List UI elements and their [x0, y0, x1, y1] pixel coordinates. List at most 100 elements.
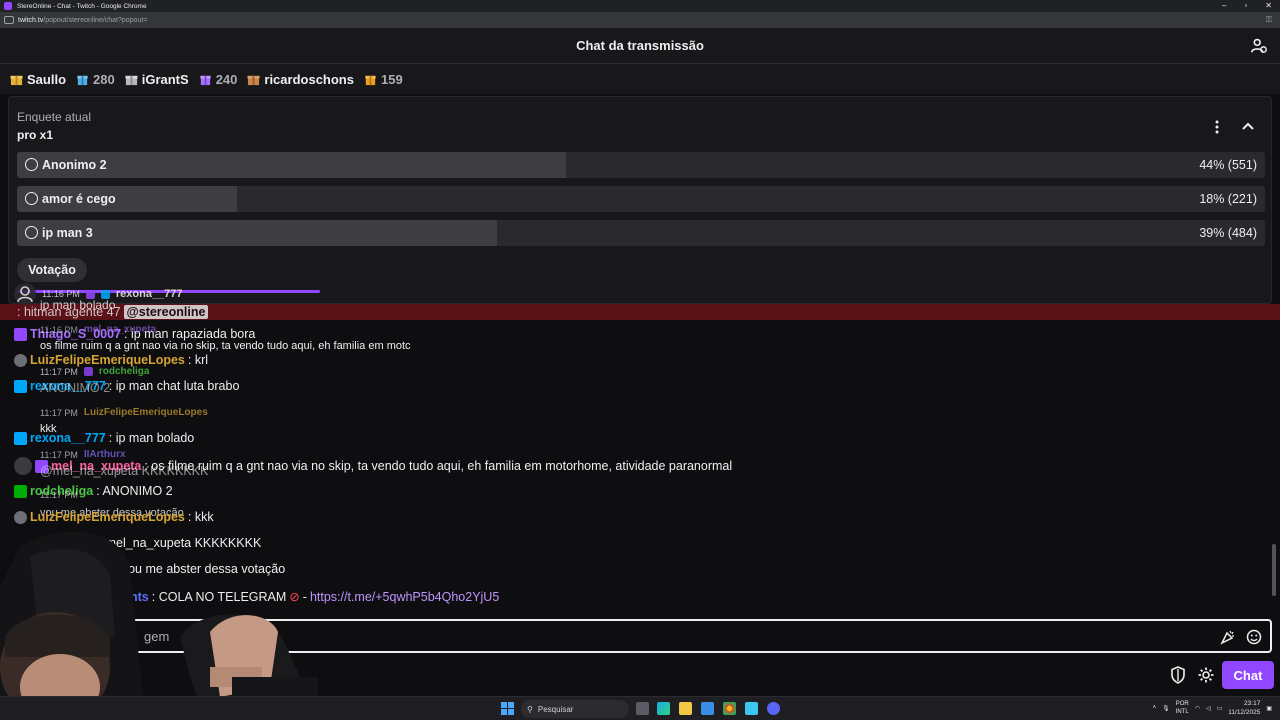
pinned-overlay-text: ip man bolado: [40, 298, 116, 312]
notes-app-icon[interactable]: [745, 702, 758, 715]
leaderboard-entry-3[interactable]: iGrantS: [125, 72, 189, 87]
leaderboard-entry-5[interactable]: ricardoschons: [247, 72, 354, 87]
battery-icon[interactable]: ▭: [1217, 705, 1223, 712]
maximize-icon[interactable]: ▫: [1244, 0, 1247, 12]
chat-scrollbar[interactable]: [1272, 544, 1276, 596]
poll-option-text: ip man 3: [42, 226, 93, 240]
address-bar[interactable]: twitch.tv/popout/stereonline/chat?popout…: [0, 12, 1280, 28]
chat-input-box[interactable]: gem: [8, 619, 1272, 653]
chat-message: LuizFelipeEmeriqueLopes : krl: [14, 353, 208, 367]
chevron-up-icon[interactable]: ˄: [1153, 705, 1157, 711]
poll-option-1[interactable]: Anonimo 2 44% (551): [17, 152, 1265, 178]
gift-bronze-icon: [247, 75, 260, 85]
prime-badge-icon: [14, 379, 27, 393]
discord-icon[interactable]: [767, 702, 780, 715]
task-view-icon[interactable]: [636, 702, 649, 715]
chat-text: : kkk: [187, 510, 214, 524]
more-options-icon[interactable]: [1211, 119, 1223, 135]
poll-option-text: amor é cego: [42, 192, 116, 206]
overlay-row: 11:17 PM LuizFelipeEmeriqueLopes: [40, 407, 208, 418]
shield-icon[interactable]: [1170, 666, 1186, 684]
overlay-row: 11:17 PM IIArthurx: [40, 449, 126, 460]
window-controls: – ▫ ✕: [1222, 0, 1272, 12]
overlay-timestamp: 11:16 PM: [40, 324, 78, 335]
windows-taskbar: ⚲ Pesquisar ˄ 🎙 POR INTL ◠ ◁ ▭ 23:17 11/…: [0, 696, 1280, 720]
leaderboard-name: Saullo: [27, 71, 67, 87]
poll-card: Enquete atual pro x1 Anonimo 2 44% (551)…: [8, 96, 1272, 304]
poll-option-percent: 18% (221): [1199, 192, 1257, 206]
chat-username[interactable]: LuizFelipeEmeriqueLopes: [30, 353, 185, 367]
wifi-icon[interactable]: ◠: [1195, 705, 1200, 712]
edge-browser-icon[interactable]: [657, 702, 670, 715]
store-icon[interactable]: [701, 702, 714, 715]
window-title: StereOnline - Chat - Twitch - Google Chr…: [17, 2, 147, 10]
window-titlebar: StereOnline - Chat - Twitch - Google Chr…: [0, 0, 1280, 12]
chat-input-placeholder: gem: [144, 629, 170, 644]
user-avatar: [14, 457, 32, 475]
chat-title: Chat da transmissão: [576, 38, 704, 53]
chat-text: : os filme ruim q a gnt nao via no skip,…: [144, 459, 733, 473]
leaderboard-entry-4[interactable]: 240: [199, 72, 237, 87]
microphone-icon[interactable]: 🎙: [1162, 705, 1170, 712]
notification-icon[interactable]: ▣: [1266, 705, 1272, 712]
vote-button[interactable]: Votação: [17, 258, 87, 282]
overlay-username[interactable]: rexona__777: [116, 288, 183, 300]
overlay-row: 11:16 PM mel_na_xupeta: [40, 324, 156, 335]
clock-date: 11/12/2025: [1228, 709, 1261, 716]
language-indicator[interactable]: POR INTL: [1176, 700, 1189, 716]
windows-start-icon[interactable]: [501, 702, 514, 715]
gear-icon[interactable]: [1197, 666, 1215, 684]
gift-orange-icon: [365, 75, 376, 85]
chat-username[interactable]: rexona__777: [30, 431, 106, 445]
leaderboard-entry-6[interactable]: 159: [364, 72, 403, 87]
leaderboard-entry-2[interactable]: 280: [76, 72, 115, 87]
gift-purple-icon: [200, 75, 211, 85]
chat-username[interactable]: nts: [130, 590, 149, 604]
taskbar-search[interactable]: ⚲ Pesquisar: [521, 700, 629, 718]
minimize-icon[interactable]: –: [1222, 0, 1226, 12]
chat-text: : ANONIMO 2: [96, 484, 173, 498]
gift-blue-icon: [77, 75, 88, 85]
poll-option-2[interactable]: amor é cego 18% (221): [17, 186, 1265, 212]
sub-badge-icon: [14, 327, 27, 341]
chevron-up-icon[interactable]: [1241, 121, 1255, 131]
overlay-username: IIArthurx: [83, 449, 126, 460]
chat-text: : krl: [187, 353, 209, 367]
leaderboard-entry-1[interactable]: Saullo: [10, 72, 66, 87]
url-text[interactable]: twitch.tv/popout/stereonline/chat?popout…: [18, 17, 147, 24]
key-icon[interactable]: ⚿: [1266, 15, 1272, 25]
chat-message: rodcheliga : ANONIMO 2: [14, 484, 173, 498]
connection-icon[interactable]: [4, 16, 14, 24]
radio-icon[interactable]: [25, 226, 38, 239]
chat-mention[interactable]: @stereonline: [123, 305, 209, 319]
overlay-timestamp: 11:17 PM: [40, 490, 78, 500]
chat-controls: Chat: [0, 660, 1280, 696]
close-icon[interactable]: ✕: [1265, 0, 1272, 12]
language-code: POR: [1175, 701, 1189, 707]
chat-text: : ip man bolado: [108, 431, 195, 445]
bits-celebrate-icon[interactable]: [1220, 629, 1236, 645]
chat-username[interactable]: LuizFelipeEmeriqueLopes: [30, 510, 185, 524]
radio-icon[interactable]: [25, 158, 38, 171]
overlay-timestamp: 11:17 PM: [40, 366, 78, 377]
chrome-icon[interactable]: [723, 702, 736, 715]
clock-time: 23:17: [1244, 700, 1261, 707]
telegram-link[interactable]: https://t.me/+5qwhP5b4Qho2YjU5: [310, 590, 499, 604]
taskbar-clock[interactable]: 23:17 11/12/2025: [1228, 699, 1260, 717]
chat-username[interactable]: 12: [98, 562, 112, 576]
chat-text: : ip man chat luta brabo: [108, 379, 240, 393]
sub-badge-icon: [83, 367, 93, 376]
overlay-row: 11:17 PM: [40, 490, 78, 500]
radio-icon[interactable]: [25, 192, 38, 205]
poll-option-percent: 39% (484): [1199, 226, 1257, 240]
emote-picker-icon[interactable]: [1246, 629, 1262, 645]
volume-icon[interactable]: ◁: [1206, 705, 1211, 712]
send-chat-button[interactable]: Chat: [1222, 661, 1274, 689]
chat-text: @mel_na_xupeta KKKKKKKK: [40, 464, 209, 478]
community-users-icon[interactable]: [1250, 37, 1268, 55]
file-explorer-icon[interactable]: [679, 702, 692, 715]
system-tray: ˄ 🎙 POR INTL ◠ ◁ ▭ 23:17 11/12/2025 ▣: [1153, 699, 1272, 717]
chat-text: : @mel_na_xupeta KKKKKKKK: [86, 536, 262, 550]
poll-option-3[interactable]: ip man 3 39% (484): [17, 220, 1265, 246]
keyboard-layout: INTL: [1175, 709, 1189, 715]
